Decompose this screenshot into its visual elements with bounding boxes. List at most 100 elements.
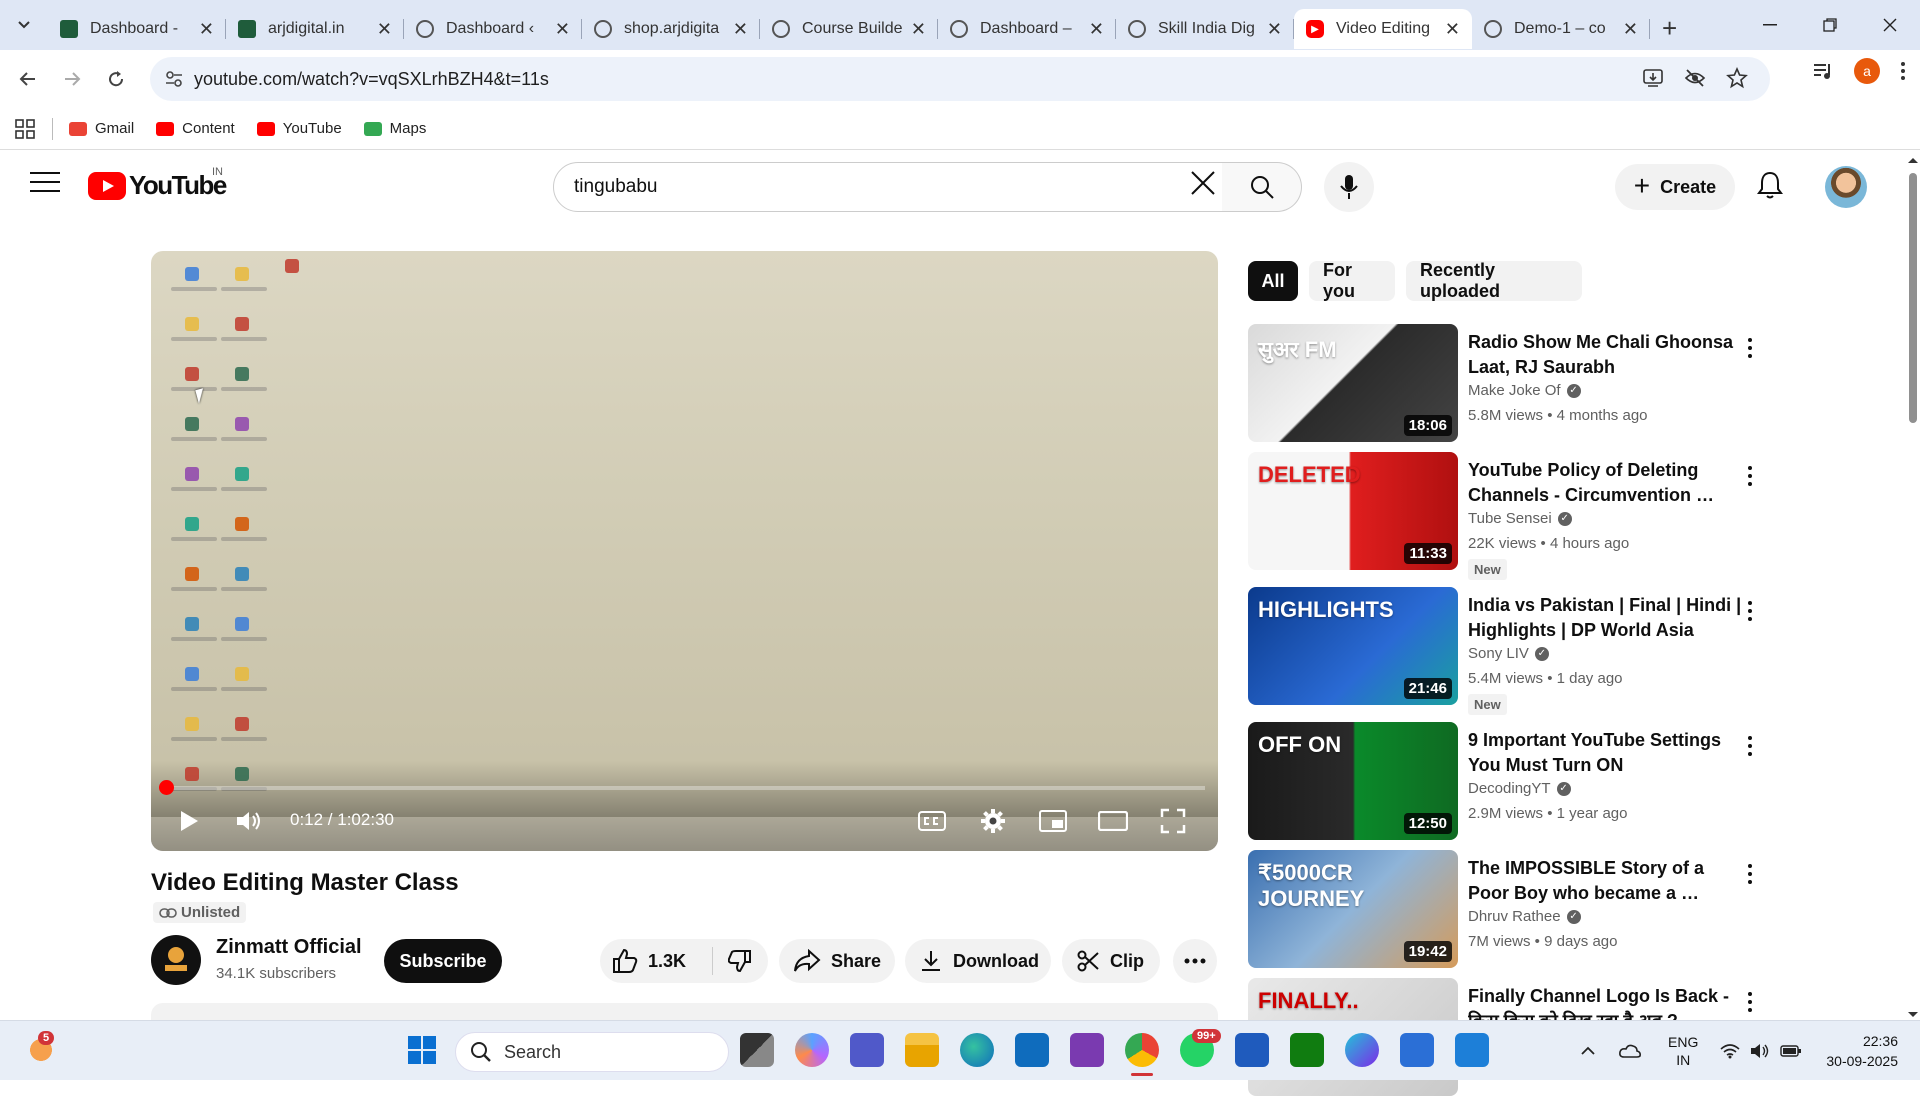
close-tab-icon[interactable]: ✕ (377, 19, 392, 40)
recommendation-item[interactable]: HIGHLIGHTS 21:46 India vs Pakistan | Final… (1248, 587, 1768, 715)
channel-avatar[interactable] (151, 935, 201, 985)
search-button[interactable] (1222, 162, 1302, 212)
close-tab-icon[interactable]: ✕ (1445, 19, 1460, 40)
more-vert-icon[interactable] (1738, 990, 1762, 1014)
more-vert-icon[interactable] (1738, 336, 1762, 360)
theater-mode-button[interactable] (1097, 805, 1129, 837)
recommendation-title[interactable]: 9 Important YouTube Settings You Must Tu… (1468, 728, 1743, 778)
close-tab-icon[interactable]: ✕ (555, 19, 570, 40)
mute-button[interactable] (233, 805, 265, 837)
seek-handle[interactable] (159, 780, 175, 795)
menu-button[interactable] (30, 172, 60, 199)
miniplayer-button[interactable] (1037, 805, 1069, 837)
recommendation-channel[interactable]: DecodingYT ✓ (1468, 780, 1571, 797)
onenote-icon[interactable] (1070, 1033, 1104, 1067)
chrome-icon[interactable] (1125, 1033, 1159, 1067)
tab-search-dropdown[interactable] (0, 5, 48, 45)
address-bar[interactable]: youtube.com/watch?v=vqSXLrhBZH4&t=11s (150, 57, 1770, 101)
bookmark-maps[interactable]: Maps (363, 120, 426, 137)
notepad-icon[interactable] (1400, 1033, 1434, 1067)
xbox-icon[interactable] (1290, 1033, 1324, 1067)
wifi-icon[interactable] (1720, 1043, 1740, 1059)
teams-icon[interactable] (850, 1033, 884, 1067)
file-explorer-icon[interactable] (905, 1033, 939, 1067)
speaker-icon[interactable] (1750, 1043, 1770, 1059)
task-view-icon[interactable] (740, 1033, 774, 1067)
minimize-button[interactable] (1740, 0, 1800, 50)
recommendation-item[interactable]: DELETED 11:33 YouTube Policy of Deleting C… (1248, 452, 1768, 580)
channel-name[interactable]: Zinmatt Official (216, 936, 362, 959)
close-tab-icon[interactable]: ✕ (199, 19, 214, 40)
bookmark-gmail[interactable]: Gmail (69, 120, 134, 137)
browser-tab[interactable]: Course Builde ✕ (760, 9, 938, 49)
settings-button[interactable] (977, 805, 1009, 837)
canva-icon[interactable] (1345, 1033, 1379, 1067)
scroll-up-icon[interactable] (1906, 155, 1920, 165)
recommendation-title[interactable]: India vs Pakistan | Final | Hindi | High… (1468, 593, 1743, 643)
close-tab-icon[interactable]: ✕ (1623, 19, 1638, 40)
language-indicator[interactable]: ENG IN (1668, 1033, 1698, 1069)
chip-all[interactable]: All (1248, 261, 1298, 301)
recommendation-item[interactable]: FINALLY.. Finally Channel Logo Is Back - … (1248, 978, 1768, 1096)
reload-button[interactable] (96, 59, 136, 99)
video-thumbnail[interactable]: ₹5000CR JOURNEY 19:42 (1248, 850, 1458, 968)
browser-tab[interactable]: Dashboard ‹ ✕ (404, 9, 582, 49)
taskbar-clock[interactable]: 22:36 30-09-2025 (1826, 1031, 1920, 1071)
new-tab-button[interactable]: + (1662, 13, 1677, 44)
eye-off-icon[interactable] (1684, 67, 1706, 89)
back-button[interactable] (8, 59, 48, 99)
clip-button[interactable]: Clip (1062, 939, 1160, 983)
subscribe-button[interactable]: Subscribe (384, 939, 502, 983)
download-button[interactable]: Download (905, 939, 1051, 983)
recommendation-channel[interactable]: Sony LIV ✓ (1468, 645, 1549, 662)
start-button[interactable] (405, 1033, 439, 1067)
chip-recently-uploaded[interactable]: Recently uploaded (1406, 260, 1582, 301)
cloud-icon[interactable] (1618, 1043, 1642, 1059)
seek-bar[interactable] (159, 780, 1205, 795)
battery-icon[interactable] (1780, 1044, 1802, 1058)
notifications-button[interactable] (1757, 170, 1783, 205)
restore-button[interactable] (1800, 0, 1860, 50)
browser-tab[interactable]: Skill India Dig ✕ (1116, 9, 1294, 49)
chip-for-you[interactable]: For you (1309, 260, 1395, 301)
media-controls-icon[interactable] (1812, 60, 1834, 82)
video-thumbnail[interactable]: DELETED 11:33 (1248, 452, 1458, 570)
search-input[interactable]: tingubabu (553, 162, 1223, 212)
store-icon[interactable] (1015, 1033, 1049, 1067)
close-tab-icon[interactable]: ✕ (733, 19, 748, 40)
play-button[interactable] (173, 805, 205, 837)
profile-avatar[interactable]: a (1854, 58, 1880, 84)
scrollbar-thumb[interactable] (1909, 173, 1917, 423)
recommendation-channel[interactable]: Tube Sensei ✓ (1468, 510, 1572, 527)
recommendation-title[interactable]: Radio Show Me Chali Ghoonsa Laat, RJ Sau… (1468, 330, 1743, 380)
more-vert-icon[interactable] (1738, 862, 1762, 886)
scroll-down-icon[interactable] (1906, 1010, 1920, 1020)
more-vert-icon[interactable] (1738, 599, 1762, 623)
youtube-logo[interactable]: YouTube (88, 170, 227, 201)
taskbar-search[interactable]: Search (455, 1032, 729, 1072)
close-tab-icon[interactable]: ✕ (1089, 19, 1104, 40)
like-button[interactable]: 1.3K (600, 948, 712, 974)
share-button[interactable]: Share (779, 939, 895, 983)
chevron-up-icon[interactable] (1580, 1046, 1596, 1056)
photos-icon[interactable] (1455, 1033, 1489, 1067)
more-actions-button[interactable] (1173, 939, 1217, 983)
page-scrollbar[interactable] (1906, 155, 1920, 1020)
recommendation-item[interactable]: ₹5000CR JOURNEY 19:42 The IMPOSSIBLE Story… (1248, 850, 1768, 968)
video-thumbnail[interactable]: सुअर FM 18:06 (1248, 324, 1458, 442)
dislike-button[interactable] (713, 949, 767, 973)
video-thumbnail[interactable]: OFF ON 12:50 (1248, 722, 1458, 840)
recommendation-title[interactable]: YouTube Policy of Deleting Channels - Ci… (1468, 458, 1743, 508)
bookmark-star-icon[interactable] (1726, 67, 1748, 89)
recommendation-item[interactable]: सुअर FM 18:06 Radio Show Me Chali Ghoonsa … (1248, 324, 1768, 442)
browser-tab[interactable]: shop.arjdigita ✕ (582, 9, 760, 49)
voice-search-button[interactable] (1324, 162, 1374, 212)
recommendation-channel[interactable]: Dhruv Rathee ✓ (1468, 908, 1581, 925)
close-tab-icon[interactable]: ✕ (911, 19, 926, 40)
recommendation-title[interactable]: The IMPOSSIBLE Story of a Poor Boy who b… (1468, 856, 1743, 906)
bookmark-content[interactable]: Content (156, 120, 235, 137)
browser-tab[interactable]: arjdigital.in ✕ (226, 9, 404, 49)
browser-tab[interactable]: ▶ Video Editing ✕ (1294, 9, 1472, 49)
more-vert-icon[interactable] (1738, 464, 1762, 488)
fullscreen-button[interactable] (1157, 805, 1189, 837)
